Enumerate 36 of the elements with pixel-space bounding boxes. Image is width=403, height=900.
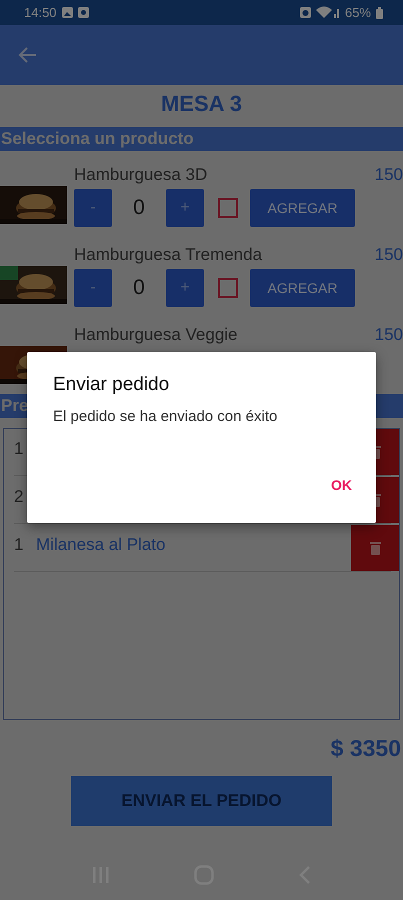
decrease-button[interactable]: - bbox=[74, 189, 112, 227]
quantity-value: 0 bbox=[132, 276, 146, 300]
product-name: Hamburguesa 3D bbox=[74, 165, 208, 185]
battery-percent: 65% bbox=[344, 5, 371, 20]
trash-icon bbox=[370, 541, 380, 555]
section-header: Selecciona un producto bbox=[0, 127, 403, 151]
product-price: 150 bbox=[374, 165, 403, 185]
product-name: Hamburguesa Tremenda bbox=[74, 245, 262, 265]
status-time: 14:50 bbox=[24, 5, 57, 20]
product-price: 150 bbox=[374, 325, 403, 345]
checkbox[interactable] bbox=[218, 278, 238, 298]
table-title: MESA 3 bbox=[160, 91, 242, 117]
item-quantity: 1 bbox=[14, 535, 24, 555]
quantity-value: 0 bbox=[132, 196, 146, 220]
back-arrow-icon[interactable] bbox=[18, 45, 38, 65]
app-notification-icon bbox=[78, 7, 89, 18]
product-name: Hamburguesa Veggie bbox=[74, 325, 238, 345]
dialog-title: Enviar pedido bbox=[53, 374, 170, 396]
product-price: 150 bbox=[374, 245, 403, 265]
image-notification-icon bbox=[62, 7, 73, 18]
ok-button[interactable]: OK bbox=[321, 473, 362, 497]
increase-button[interactable]: + bbox=[166, 269, 204, 307]
increase-button[interactable]: + bbox=[166, 189, 204, 227]
add-button[interactable]: AGREGAR bbox=[250, 269, 355, 307]
checkbox[interactable] bbox=[218, 198, 238, 218]
wifi-signal-icon bbox=[316, 6, 340, 19]
delete-button[interactable] bbox=[351, 525, 399, 571]
battery-icon bbox=[376, 6, 383, 18]
item-name: Milanesa al Plato bbox=[36, 535, 166, 555]
item-quantity: 1 bbox=[14, 439, 24, 459]
alarm-icon bbox=[300, 7, 311, 18]
add-button[interactable]: AGREGAR bbox=[250, 189, 355, 227]
item-quantity: 2 bbox=[14, 487, 24, 507]
decrease-button[interactable]: - bbox=[74, 269, 112, 307]
send-order-button[interactable]: ENVIAR EL PEDIDO bbox=[71, 776, 332, 826]
order-total: $ 3350 bbox=[330, 734, 401, 762]
